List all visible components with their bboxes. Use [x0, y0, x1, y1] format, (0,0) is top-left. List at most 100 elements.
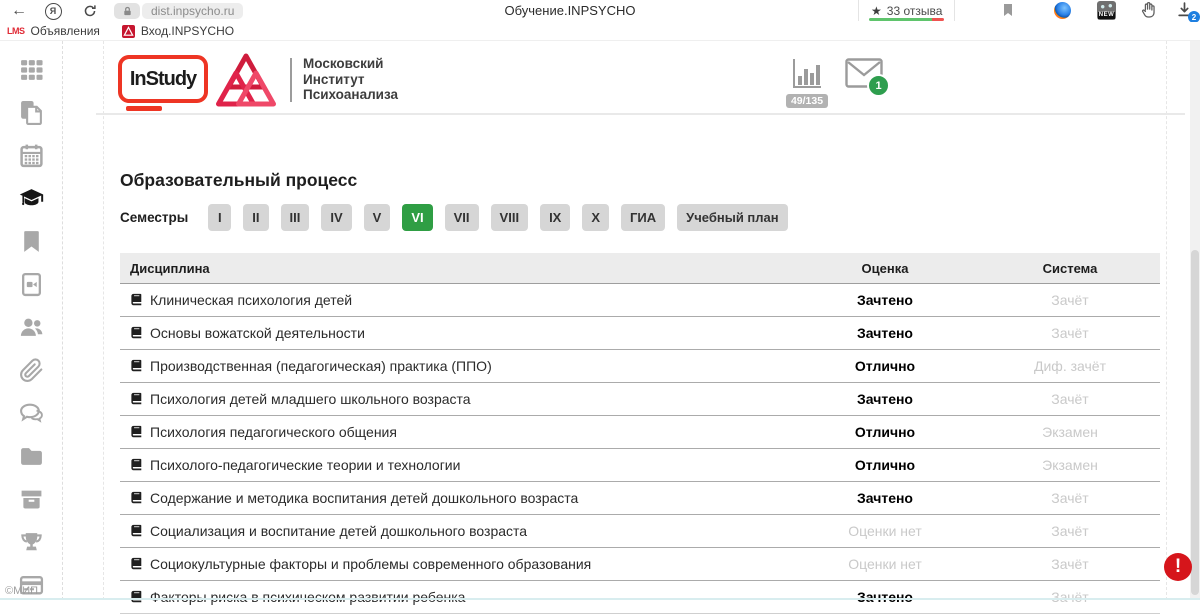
refresh-button[interactable] — [80, 0, 100, 22]
paperclip-icon[interactable] — [18, 357, 44, 383]
institute-line: Психоанализа — [303, 87, 398, 103]
address-bar[interactable]: dist.inpsycho.ru — [114, 3, 243, 19]
system-value: Зачёт — [980, 581, 1160, 614]
discipline-link[interactable]: Социокультурные факторы и проблемы совре… — [150, 556, 591, 572]
semester-button-IX[interactable]: IX — [540, 204, 570, 231]
table-row: Психология педагогического общенияОтличн… — [120, 416, 1160, 449]
chat-icon[interactable] — [18, 400, 44, 426]
grade-value: Зачтено — [790, 482, 980, 515]
discipline-link[interactable]: Клиническая психология детей — [150, 292, 352, 308]
reviews-widget[interactable]: ★ 33 отзыва — [858, 0, 955, 21]
table-row: Психолого-педагогические теории и технол… — [120, 449, 1160, 482]
table-row: Клиническая психология детейЗачтеноЗачёт — [120, 284, 1160, 317]
bookmark-item-announcements[interactable]: LMS Объявления — [7, 24, 100, 38]
instudy-logo-stand — [126, 106, 162, 111]
header-divider — [96, 113, 1185, 115]
mip-favicon-icon — [122, 25, 135, 38]
back-button[interactable]: ← — [8, 0, 30, 22]
discipline-link[interactable]: Факторы риска в психическом развитии реб… — [150, 589, 465, 605]
sidebar-icons — [0, 41, 62, 598]
reviews-count: 33 отзыва — [887, 4, 943, 18]
mip-triangles-logo-icon[interactable] — [214, 52, 278, 112]
grid-icon[interactable] — [18, 56, 44, 82]
semester-button-VIII[interactable]: VIII — [491, 204, 529, 231]
scrollbar-thumb[interactable] — [1191, 250, 1199, 595]
discipline-link[interactable]: Психолого-педагогические теории и технол… — [150, 457, 460, 473]
system-value: Экзамен — [980, 449, 1160, 482]
table-row: Основы вожатской деятельности ЗачтеноЗачё… — [120, 317, 1160, 350]
progress-badge: 49/135 — [786, 94, 828, 108]
sidebar-footer: ©МИП — [5, 585, 38, 597]
instudy-logo[interactable]: InStudy — [118, 55, 210, 113]
bookmark-item-login[interactable]: Вход.INPSYCHO — [122, 24, 234, 38]
column-discipline: Дисциплина — [120, 253, 790, 284]
semester-button-VII[interactable]: VII — [445, 204, 479, 231]
lock-icon[interactable] — [114, 3, 140, 19]
mail-count-badge: 1 — [867, 74, 890, 97]
system-value: Зачёт — [980, 548, 1160, 581]
video-file-icon[interactable] — [18, 271, 44, 297]
archive-icon[interactable] — [18, 486, 44, 512]
semester-button-X[interactable]: X — [582, 204, 609, 231]
instudy-logo-text: InStudy — [123, 68, 203, 91]
table-header-row: Дисциплина Оценка Система — [120, 253, 1160, 284]
copy-documents-icon[interactable] — [18, 99, 44, 125]
mail-button[interactable]: 1 — [845, 58, 883, 90]
discipline-link[interactable]: Содержание и методика воспитания детей д… — [150, 490, 578, 506]
book-icon — [130, 392, 143, 405]
bookmark-label: Вход.INPSYCHO — [141, 24, 234, 38]
book-icon — [130, 557, 143, 570]
extension-new-icon[interactable]: NEW — [1097, 1, 1116, 20]
progress-widget[interactable]: 49/135 — [783, 56, 831, 108]
reviews-rating-bar — [869, 18, 944, 21]
semester-button-ГИА[interactable]: ГИА — [621, 204, 665, 231]
page-title: Образовательный процесс — [120, 170, 357, 191]
trophy-icon[interactable] — [18, 529, 44, 555]
alert-exclamation-badge[interactable]: ! — [1164, 553, 1192, 581]
browser-toolbar: ← Я dist.inpsycho.ru Обучение.INPSYCHO ★… — [0, 0, 1200, 22]
book-icon — [130, 524, 143, 537]
extension-browser-icon[interactable] — [1054, 2, 1071, 19]
discipline-link[interactable]: Социализация и воспитание детей дошкольн… — [150, 523, 527, 539]
institute-line: Институт — [303, 72, 398, 88]
semester-button-III[interactable]: III — [281, 204, 310, 231]
semester-button-VI[interactable]: VI — [402, 204, 432, 231]
grade-value: Зачтено — [790, 317, 980, 350]
discipline-link[interactable]: Производственная (педагогическая) практи… — [150, 358, 492, 374]
table-row: Содержание и методика воспитания детей д… — [120, 482, 1160, 515]
users-icon[interactable] — [18, 314, 44, 340]
yandex-search-icon[interactable]: Я — [44, 0, 62, 22]
book-icon — [130, 590, 143, 603]
bookmark-flag-icon[interactable] — [1000, 2, 1018, 20]
semester-button-II[interactable]: II — [243, 204, 268, 231]
system-value: Зачёт — [980, 317, 1160, 350]
table-row: Психология детей младшего школьного возр… — [120, 383, 1160, 416]
tab-title: Обучение.INPSYCHO — [505, 3, 636, 18]
semester-button-I[interactable]: I — [208, 204, 231, 231]
url-text[interactable]: dist.inpsycho.ru — [142, 3, 243, 19]
extension-hand-icon[interactable] — [1140, 1, 1160, 21]
discipline-link[interactable]: Основы вожатской деятельности — [150, 325, 365, 341]
system-value: Зачёт — [980, 284, 1160, 317]
page-content: ©МИП InStudy Московский Институт Психоан… — [0, 41, 1200, 600]
sidebar: ©МИП — [0, 41, 63, 600]
system-value: Зачёт — [980, 515, 1160, 548]
semester-button-IV[interactable]: IV — [321, 204, 351, 231]
discipline-link[interactable]: Психология детей младшего школьного возр… — [150, 391, 471, 407]
semester-button-Учебный план[interactable]: Учебный план — [677, 204, 787, 231]
bookmark-icon[interactable] — [18, 228, 44, 254]
graduation-cap-icon[interactable] — [18, 185, 44, 211]
discipline-link[interactable]: Психология педагогического общения — [150, 424, 397, 440]
semesters-label: Семестры — [120, 210, 188, 225]
scrollbar-track[interactable] — [1190, 41, 1200, 600]
calendar-icon[interactable] — [18, 142, 44, 168]
grades-table: Дисциплина Оценка Система Клиническая пс… — [120, 253, 1160, 614]
downloads-button[interactable]: 2 — [1176, 1, 1196, 21]
table-body: Клиническая психология детейЗачтеноЗачёт… — [120, 284, 1160, 614]
semester-button-V[interactable]: V — [364, 204, 391, 231]
folder-icon[interactable] — [18, 443, 44, 469]
system-value: Диф. зачёт — [980, 350, 1160, 383]
book-icon — [130, 425, 143, 438]
lms-favicon: LMS — [7, 26, 25, 36]
column-grade: Оценка — [790, 253, 980, 284]
